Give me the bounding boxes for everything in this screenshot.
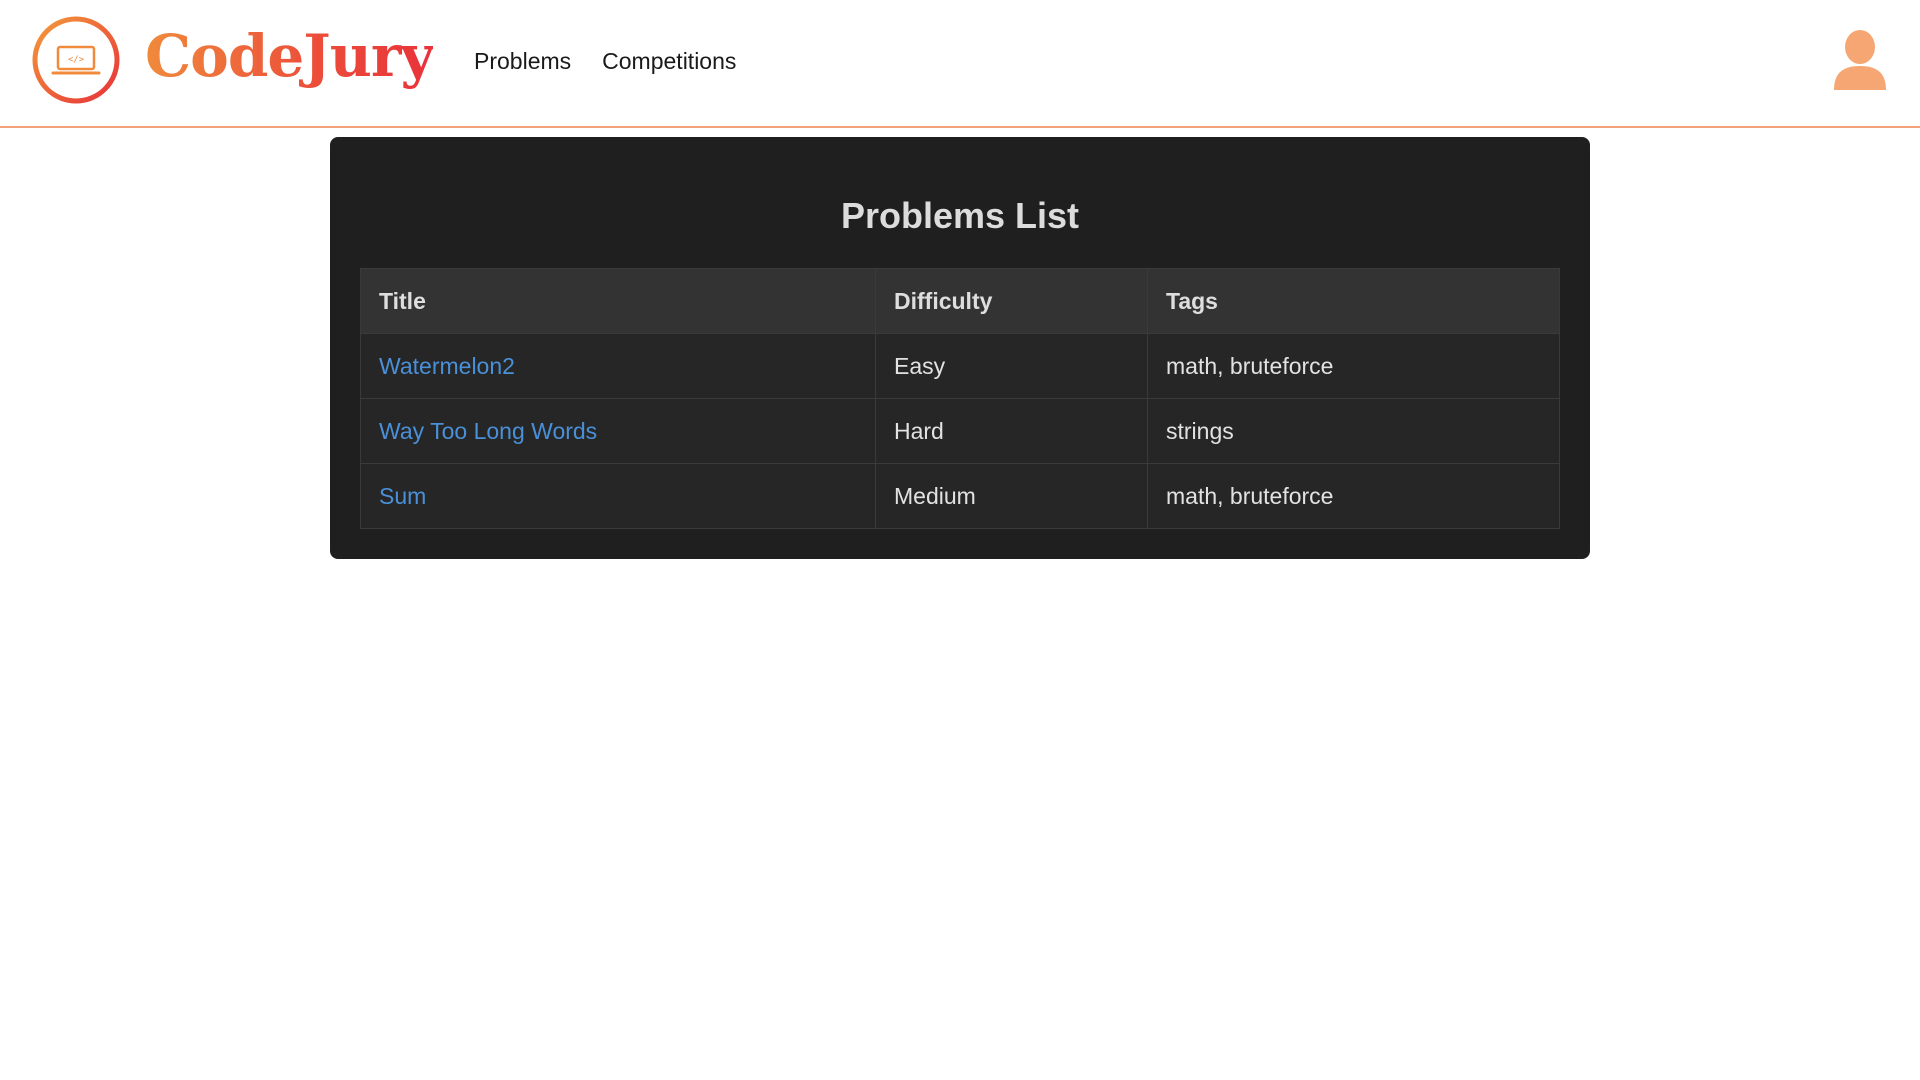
nav-problems[interactable]: Problems [474,48,571,75]
column-header-tags: Tags [1147,268,1560,334]
problems-panel: Problems List Title Difficulty Tags Wate… [330,137,1590,559]
difficulty-cell: Medium [875,463,1148,529]
problem-title-cell: Watermelon2 [360,333,876,399]
problem-title-cell: Way Too Long Words [360,398,876,464]
tags-cell: math, bruteforce [1147,333,1560,399]
column-header-difficulty: Difficulty [875,268,1148,334]
problem-link[interactable]: Way Too Long Words [379,418,597,444]
laptop-code-icon: </> [32,16,120,104]
problem-link[interactable]: Sum [379,483,426,509]
problem-title-cell: Sum [360,463,876,529]
difficulty-cell: Hard [875,398,1148,464]
column-header-title: Title [360,268,876,334]
table-row: Way Too Long Words Hard strings [360,398,1560,464]
table-row: Watermelon2 Easy math, bruteforce [360,333,1560,399]
nav-competitions[interactable]: Competitions [602,48,736,75]
main-nav: Problems Competitions [474,48,736,75]
problem-link[interactable]: Watermelon2 [379,353,515,379]
brand-name: CodeJury [145,22,434,90]
navbar: </> CodeJury Problems Competitions [0,0,1920,128]
page-title: Problems List [840,195,1080,236]
problems-table: Title Difficulty Tags Watermelon2 Easy m… [360,268,1560,529]
difficulty-cell: Easy [875,333,1148,399]
tags-cell: math, bruteforce [1147,463,1560,529]
tags-cell: strings [1147,398,1560,464]
table-row: Sum Medium math, bruteforce [360,463,1560,529]
brand-link[interactable]: </> CodeJury [31,15,434,105]
svg-text:</>: </> [68,55,85,65]
user-avatar-icon[interactable] [1830,28,1890,92]
table-header-row: Title Difficulty Tags [360,268,1560,334]
